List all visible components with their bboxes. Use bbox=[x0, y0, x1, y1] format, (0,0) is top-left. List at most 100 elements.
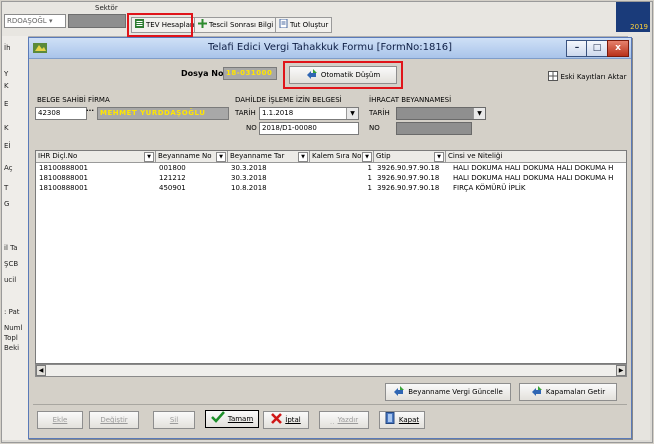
eski-kayitlari-aktar-button[interactable]: Eski Kayıtları Aktar bbox=[543, 68, 631, 86]
tev-hesaplama-highlight bbox=[127, 13, 193, 37]
diib-tarih-select[interactable]: 1.1.2018 ▼ bbox=[259, 107, 359, 120]
dosya-no-label: Dosya No bbox=[181, 69, 224, 78]
belge-sahibi-label: BELGE SAHİBİ FİRMA bbox=[37, 96, 110, 104]
diib-no-label: NO bbox=[246, 124, 257, 132]
column-header[interactable]: Gtip ▼ bbox=[374, 151, 446, 162]
year-badge: 2019 bbox=[616, 2, 650, 32]
table-cell: HALI DOKUMA HALI DOKUMA HALI DOKUMA H bbox=[453, 174, 614, 182]
beyanname-grid[interactable]: IHR Diçl.No ▼ Beyanname No ▼ Beyanname Tar… bbox=[35, 150, 627, 364]
grid-horizontal-scrollbar[interactable]: ◀ ▶ bbox=[35, 364, 627, 377]
dialog-title: Telafi Edici Vergi Tahakkuk Formu [FormN… bbox=[207, 42, 453, 53]
diib-tarih-label: TARİH bbox=[235, 109, 256, 117]
bg-label: G bbox=[4, 200, 10, 208]
beyanname-vergi-guncelle-button[interactable]: Beyanname Vergi Güncelle bbox=[385, 383, 511, 401]
filter-icon[interactable]: ▼ bbox=[362, 152, 372, 162]
kapat-button[interactable]: Kapat bbox=[379, 411, 425, 429]
filter-icon[interactable]: ▼ bbox=[298, 152, 308, 162]
minimize-button[interactable]: – bbox=[566, 40, 588, 57]
ekle-button[interactable]: Ekle bbox=[37, 411, 83, 429]
table-cell: FIRÇA KÖMÜRÜ İPLİK bbox=[453, 184, 526, 192]
table-cell: 3926.90.97.90.18 bbox=[377, 184, 440, 192]
grid-header: IHR Diçl.No ▼ Beyanname No ▼ Beyanname Tar… bbox=[36, 151, 626, 163]
firma-lookup-button[interactable]: ··· bbox=[86, 107, 94, 115]
table-row[interactable]: 18100888001 450901 10.8.2018 1 3926.90.9… bbox=[36, 183, 626, 193]
chevron-down-icon: ▼ bbox=[346, 108, 358, 119]
document-icon bbox=[279, 18, 288, 29]
table-cell: 18100888001 bbox=[39, 164, 88, 172]
dialog-titlebar[interactable]: Telafi Edici Vergi Tahakkuk Formu [FormN… bbox=[29, 38, 631, 59]
table-cell: 001800 bbox=[159, 164, 186, 172]
iptal-button[interactable]: İptal bbox=[263, 411, 309, 429]
separator bbox=[33, 404, 627, 405]
exit-door-icon bbox=[385, 412, 396, 430]
printer-icon: ‥ bbox=[329, 418, 335, 426]
yazdir-button[interactable]: ‥ Yazdır bbox=[319, 411, 369, 429]
filter-icon[interactable]: ▼ bbox=[216, 152, 226, 162]
firma-code-field[interactable]: 42308 bbox=[35, 107, 87, 120]
column-header[interactable]: Cinsi ve Niteliği bbox=[446, 151, 626, 162]
table-cell: 18100888001 bbox=[39, 174, 88, 182]
maximize-button[interactable]: □ bbox=[586, 40, 608, 57]
scroll-left-arrow[interactable]: ◀ bbox=[36, 365, 46, 376]
column-header[interactable]: Beyanname Tar ▼ bbox=[228, 151, 310, 162]
bg-label: K bbox=[4, 124, 9, 132]
bg-label: ŞCB bbox=[4, 260, 19, 268]
bg-label: T bbox=[4, 184, 9, 192]
dosya-no-field[interactable]: 18-031000 bbox=[223, 67, 277, 80]
ihracat-tarih-select[interactable]: ▼ bbox=[396, 107, 486, 120]
grid-icon bbox=[547, 71, 558, 87]
table-cell: 18100888001 bbox=[39, 184, 88, 192]
ihracat-tarih-label: TARİH bbox=[369, 109, 390, 117]
table-cell: 1 bbox=[367, 174, 372, 182]
table-cell: 3926.90.97.90.18 bbox=[377, 174, 440, 182]
table-row[interactable]: 18100888001 001800 30.3.2018 1 3926.90.9… bbox=[36, 163, 626, 173]
column-header[interactable]: Beyanname No ▼ bbox=[156, 151, 228, 162]
bg-label: Numl bbox=[4, 324, 23, 332]
sektor-label: Sektör bbox=[95, 4, 118, 12]
bg-label: E bbox=[4, 100, 9, 108]
bg-label: : Pat bbox=[4, 308, 20, 316]
ihracat-no-field[interactable] bbox=[396, 122, 472, 135]
diib-label: DAHİLDE İŞLEME İZİN BELGESİ bbox=[235, 96, 342, 104]
table-cell: 30.3.2018 bbox=[231, 164, 267, 172]
bg-label: İh bbox=[4, 44, 11, 52]
filter-icon[interactable]: ▼ bbox=[434, 152, 444, 162]
ihracat-no-label: NO bbox=[369, 124, 380, 132]
sil-button[interactable]: Sil bbox=[153, 411, 195, 429]
table-cell: 1 bbox=[367, 184, 372, 192]
tev-form-dialog: Telafi Edici Vergi Tahakkuk Formu [FormN… bbox=[28, 37, 632, 439]
bg-label: K bbox=[4, 82, 9, 90]
scroll-right-arrow[interactable]: ▶ bbox=[616, 365, 626, 376]
checkmark-icon bbox=[210, 411, 225, 429]
ihracat-label: İHRACAT BEYANNAMESİ bbox=[369, 96, 452, 104]
bg-label: Y bbox=[4, 70, 9, 78]
bg-label: ucil bbox=[4, 276, 17, 284]
tut-olustur-button[interactable]: Tut Oluştur bbox=[275, 17, 333, 33]
sektor-field[interactable] bbox=[68, 14, 126, 28]
table-cell: 121212 bbox=[159, 174, 186, 182]
bg-label: il Ta bbox=[4, 244, 18, 252]
column-header[interactable]: IHR Diçl.No ▼ bbox=[36, 151, 156, 162]
add-plus-icon bbox=[198, 19, 207, 28]
background-firm-combo[interactable]: RDOAŞOĞL ▾ bbox=[4, 14, 66, 28]
table-row[interactable]: 18100888001 121212 30.3.2018 1 3926.90.9… bbox=[36, 173, 626, 183]
column-header[interactable]: Kalem Sıra No ▼ bbox=[310, 151, 374, 162]
background-left-panel: İh Y K E K Eİ Aç T G il Ta ŞCB ucil : Pa… bbox=[2, 36, 29, 440]
otomatik-dusum-highlight bbox=[283, 61, 403, 89]
diib-no-field[interactable]: 2018/D1-00080 bbox=[259, 122, 359, 135]
bg-label: Eİ bbox=[4, 142, 11, 150]
table-cell: 10.8.2018 bbox=[231, 184, 267, 192]
table-cell: HALI DOKUMA HALI DOKUMA HALI DOKUMA H bbox=[453, 164, 614, 172]
filter-icon[interactable]: ▼ bbox=[144, 152, 154, 162]
chevron-down-icon: ▼ bbox=[473, 108, 485, 119]
bg-label: Beki bbox=[4, 344, 20, 352]
table-cell: 30.3.2018 bbox=[231, 174, 267, 182]
degistir-button[interactable]: Değiştir bbox=[89, 411, 139, 429]
table-cell: 1 bbox=[367, 164, 372, 172]
tamam-button[interactable]: Tamam bbox=[205, 410, 259, 428]
cancel-x-icon bbox=[271, 413, 283, 430]
auto-arrows-icon bbox=[393, 386, 405, 402]
kapamalari-getir-button[interactable]: Kapamaları Getir bbox=[519, 383, 617, 401]
firma-name-field[interactable]: MEHMET YURDDAŞOĞLU bbox=[97, 107, 229, 120]
close-button[interactable]: x bbox=[607, 40, 629, 57]
